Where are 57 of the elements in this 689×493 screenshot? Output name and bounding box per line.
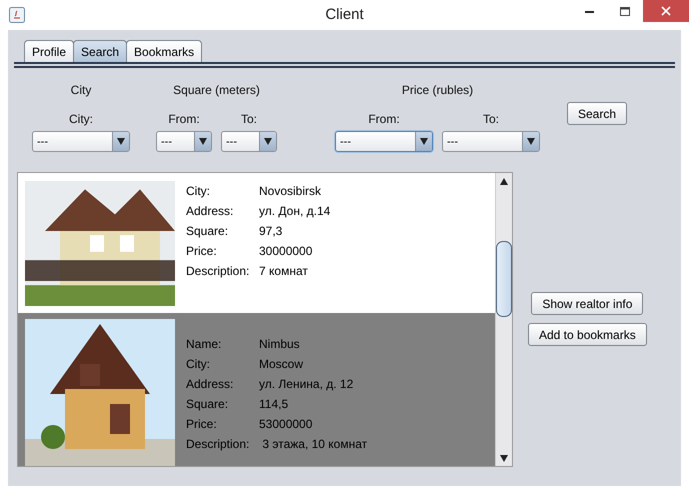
field-value: 7 комнат	[259, 264, 309, 278]
field-value: 30000000	[259, 244, 314, 258]
field-value: Novosibirsk	[259, 184, 322, 198]
field-label: From:	[168, 112, 200, 126]
field-label: To:	[240, 112, 257, 126]
dropdown-arrow-icon	[527, 138, 535, 145]
maximize-icon	[620, 6, 630, 16]
field-value: 53000000	[259, 417, 314, 431]
dropdown-arrow-icon	[199, 138, 207, 145]
dropdown-arrow-icon	[420, 138, 428, 145]
dropdown[interactable]: ---	[335, 131, 433, 152]
dropdown[interactable]: ---	[156, 131, 212, 152]
tab[interactable]: Profile	[24, 40, 74, 62]
field-value: 3 этажа, 10 комнат	[261, 437, 368, 451]
field-label: Address:	[186, 377, 234, 391]
scroll-down-icon	[500, 454, 508, 462]
action-button[interactable]: Show realtor info	[531, 292, 644, 315]
field-label: City:	[186, 184, 211, 198]
app-icon	[9, 7, 25, 23]
close-button[interactable]	[643, 0, 689, 22]
field-label: Square:	[186, 224, 230, 238]
field-label: Address:	[186, 204, 234, 218]
dropdown-arrow-icon	[264, 138, 272, 145]
filter-heading: Square (meters)	[173, 83, 260, 97]
tab[interactable]: Search	[73, 40, 128, 62]
dropdown[interactable]: ---	[221, 131, 277, 152]
field-value: ул. Дон, д.14	[259, 204, 330, 218]
field-value: Nimbus	[259, 337, 301, 351]
scroll-up-icon	[500, 178, 508, 184]
field-value: 114,5	[259, 397, 290, 411]
filter-heading: City	[70, 83, 92, 97]
field-label: City:	[69, 112, 93, 126]
scroll-thumb[interactable]	[496, 241, 512, 317]
field-value: 97,3	[259, 224, 284, 238]
field-value: ул. Ленина, д. 12	[259, 377, 354, 391]
dropdown-arrow-icon	[117, 138, 125, 145]
field-label: City:	[186, 357, 211, 371]
field-label: Square:	[186, 397, 230, 411]
minimize-icon	[584, 10, 594, 12]
field-value: Moscow	[259, 357, 304, 371]
listing-item[interactable]: Name: Nimbus City: Moscow Address: ул. Ленина, д. 12 Square: 114,5 Price: 53000000 Description: 3 этажа, 10 комнат	[18, 313, 495, 466]
tab[interactable]: Bookmarks	[126, 40, 202, 62]
field-label: Name:	[186, 337, 222, 351]
search-button[interactable]: Search	[566, 102, 627, 125]
field-label: To:	[482, 112, 499, 126]
field-label: Description:	[186, 437, 250, 451]
field-label: Price:	[186, 417, 218, 431]
dropdown[interactable]: ---	[442, 131, 540, 152]
field-label: Description:	[186, 264, 250, 278]
close-icon	[661, 6, 671, 16]
window-title: Client	[325, 6, 364, 23]
filter-heading: Price (rubles)	[402, 83, 474, 97]
field-label: From:	[368, 112, 400, 126]
scrollbar[interactable]	[495, 173, 512, 466]
dropdown[interactable]: ---	[32, 131, 130, 152]
action-button[interactable]: Add to bookmarks	[528, 323, 647, 346]
field-label: Price:	[186, 244, 218, 258]
